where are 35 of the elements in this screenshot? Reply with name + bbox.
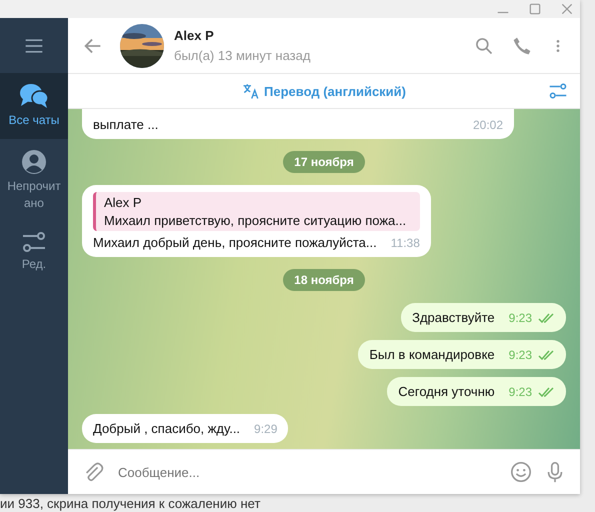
message-time: 9:23 bbox=[508, 348, 532, 362]
message-text: Сегодня уточню bbox=[398, 384, 495, 399]
maximize-icon[interactable] bbox=[528, 2, 542, 16]
sidebar-tab[interactable]: Все чаты bbox=[0, 73, 68, 139]
search-icon[interactable] bbox=[474, 36, 494, 56]
phone-icon[interactable] bbox=[512, 36, 532, 56]
message-text: выплате ... bbox=[93, 117, 158, 132]
user-icon bbox=[21, 148, 47, 175]
date-badge: 18 ноября bbox=[283, 269, 365, 291]
reply-text: Михаил приветствую, проясните ситуацию пожа... bbox=[104, 213, 408, 228]
date-badge: 17 ноября bbox=[283, 151, 365, 173]
message-text: Был в командировке bbox=[369, 347, 495, 362]
reply-author: Alex P bbox=[104, 195, 143, 210]
message-time: 11:38 bbox=[390, 236, 420, 250]
message-text: Добрый , спасибо, жду... bbox=[93, 421, 240, 436]
emoji-icon[interactable] bbox=[510, 461, 532, 483]
message-input[interactable]: Сообщение... bbox=[116, 464, 498, 480]
contact-name: Alex P bbox=[174, 28, 215, 43]
message-time: 9:23 bbox=[508, 311, 532, 325]
message-time: 9:23 bbox=[508, 385, 532, 399]
translation-settings-icon[interactable] bbox=[548, 82, 568, 100]
translate-button[interactable]: Перевод (английский) bbox=[236, 81, 412, 101]
background-text: ии 933, скрина получения к сожалению нет bbox=[0, 496, 260, 511]
reply-quote[interactable]: Alex P Михаил приветствую, проясните ситуацию пожа... bbox=[93, 192, 420, 231]
sidebar-tab[interactable]: Непрочитано bbox=[0, 138, 68, 222]
sliders-icon bbox=[22, 231, 46, 254]
sidebar-tab[interactable]: Ред. bbox=[0, 221, 68, 284]
message-time: 9:29 bbox=[254, 422, 278, 436]
last-seen-status: был(а) 13 минут назад bbox=[174, 48, 312, 63]
message-text: Здравствуйте bbox=[412, 310, 495, 325]
close-icon[interactable] bbox=[560, 2, 574, 16]
chat-bubbles-icon bbox=[19, 83, 49, 109]
translate-icon bbox=[242, 82, 260, 100]
message-text: Михаил добрый день, проясните пожалуйста... bbox=[93, 235, 377, 250]
message-time: 20:02 bbox=[472, 118, 503, 132]
